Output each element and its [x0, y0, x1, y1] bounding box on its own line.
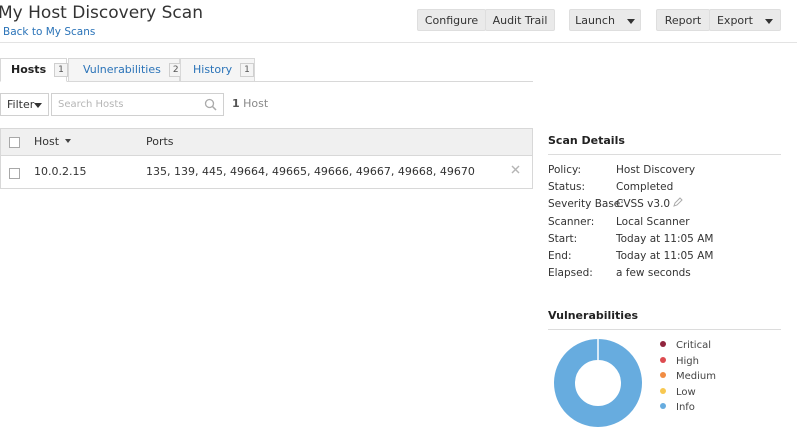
- legend-label: Low: [676, 387, 696, 398]
- chevron-down-icon: [626, 18, 635, 24]
- detail-label: Status:: [548, 181, 585, 193]
- detail-value: CVSS v3.0: [616, 198, 671, 210]
- select-all-checkbox[interactable]: [9, 137, 20, 148]
- legend-item-low: Low: [660, 387, 696, 398]
- sort-down-icon: [65, 139, 72, 143]
- export-button-label: Export: [716, 14, 753, 27]
- tab-label: History: [193, 63, 233, 76]
- report-button[interactable]: Report: [656, 9, 710, 31]
- legend-item-info: Info: [660, 402, 695, 413]
- audit-trail-button[interactable]: Audit Trail: [485, 9, 555, 31]
- chevron-down-icon: [34, 103, 42, 108]
- tab-label: Vulnerabilities: [83, 63, 161, 76]
- legend-item-high: High: [660, 356, 699, 367]
- launch-button[interactable]: Launch: [569, 9, 641, 31]
- row-checkbox[interactable]: [9, 168, 20, 179]
- filter-label: Filter: [7, 98, 35, 111]
- detail-label: Elapsed:: [548, 267, 593, 279]
- legend-label: Medium: [676, 371, 716, 382]
- host-count: 1 Host: [232, 97, 268, 110]
- tab-hosts[interactable]: Hosts 1: [0, 58, 68, 82]
- back-to-scans-link[interactable]: Back to My Scans: [3, 26, 95, 38]
- host-count-number: 1: [232, 97, 240, 110]
- filter-dropdown[interactable]: Filter: [0, 93, 49, 116]
- search-input[interactable]: [58, 97, 198, 112]
- page-title: My Host Discovery Scan: [0, 3, 203, 23]
- launch-button-label: Launch: [575, 14, 615, 27]
- detail-value: Host Discovery: [616, 164, 696, 176]
- host-cell: 10.0.2.15: [34, 165, 87, 178]
- tab-label: Hosts: [11, 63, 47, 76]
- detail-value: Today at 11:05 AM: [616, 233, 714, 245]
- legend-label: High: [676, 356, 699, 367]
- legend-dot: [660, 357, 666, 363]
- table-row[interactable]: 10.0.2.15 135, 139, 445, 49664, 49665, 4…: [1, 156, 532, 188]
- detail-value: Completed: [616, 181, 674, 193]
- vulnerabilities-donut-chart: [554, 339, 642, 427]
- table-header: Host Ports: [1, 129, 532, 156]
- host-count-label: Host: [243, 97, 269, 110]
- host-column-header[interactable]: Host: [34, 135, 72, 148]
- legend-item-critical: Critical: [660, 340, 711, 351]
- detail-label: End:: [548, 250, 572, 262]
- ports-cell: 135, 139, 445, 49664, 49665, 49666, 4966…: [146, 165, 475, 178]
- vulnerabilities-divider: [548, 329, 781, 330]
- detail-value: a few seconds: [616, 267, 691, 279]
- vulnerabilities-title: Vulnerabilities: [548, 309, 639, 322]
- host-column-label: Host: [34, 135, 60, 148]
- scan-details-divider: [548, 154, 781, 155]
- tab-vulnerabilities[interactable]: Vulnerabilities 2: [68, 58, 183, 82]
- legend-label: Info: [676, 402, 695, 413]
- detail-label: Severity Base:: [548, 198, 624, 210]
- tab-count-badge: 1: [54, 63, 68, 77]
- search-icon[interactable]: [204, 98, 217, 114]
- tab-history[interactable]: History 1: [180, 58, 255, 82]
- ports-column-header: Ports: [146, 135, 174, 148]
- legend-dot: [660, 403, 666, 409]
- legend-label: Critical: [676, 340, 711, 351]
- detail-label: Policy:: [548, 164, 581, 176]
- legend-dot: [660, 388, 666, 394]
- detail-label: Scanner:: [548, 216, 595, 228]
- search-box: [51, 93, 224, 116]
- pencil-icon[interactable]: [673, 197, 683, 210]
- detail-value: Today at 11:05 AM: [616, 250, 714, 262]
- close-icon[interactable]: [511, 164, 520, 177]
- tab-count-badge: 1: [240, 63, 254, 77]
- legend-item-medium: Medium: [660, 371, 716, 382]
- chevron-down-icon: [765, 18, 773, 24]
- legend-dot: [660, 341, 666, 347]
- header-divider: [0, 42, 797, 43]
- detail-value: Local Scanner: [616, 216, 690, 228]
- scan-details-title: Scan Details: [548, 134, 625, 147]
- export-button[interactable]: Export: [709, 9, 781, 31]
- detail-label: Start:: [548, 233, 578, 245]
- hosts-table: Host Ports 10.0.2.15 135, 139, 445, 4966…: [0, 128, 533, 189]
- legend-dot: [660, 372, 666, 378]
- configure-button[interactable]: Configure: [417, 9, 486, 31]
